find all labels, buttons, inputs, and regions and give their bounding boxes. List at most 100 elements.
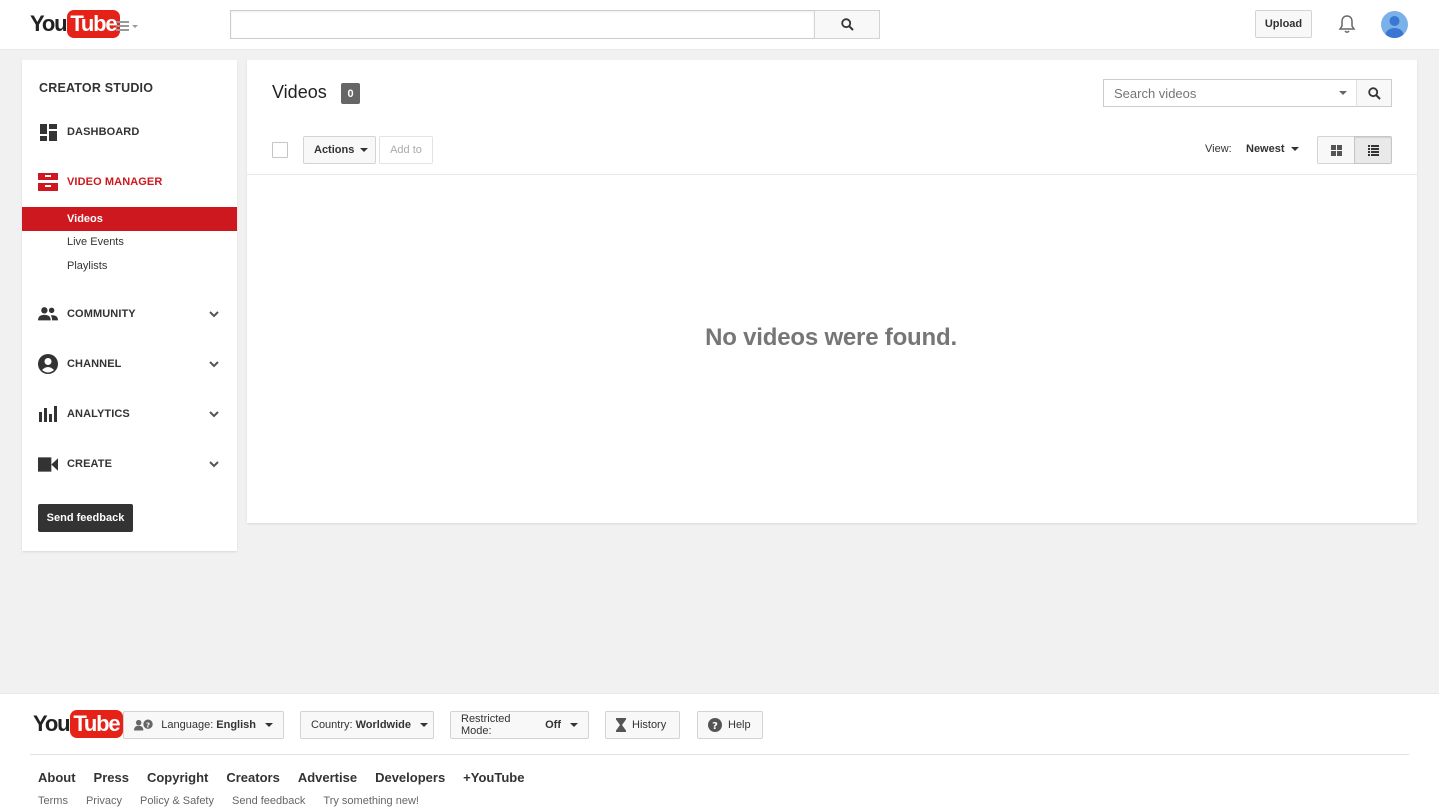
actions-label: Actions xyxy=(314,144,355,156)
sidebar-item-dashboard[interactable]: DASHBOARD xyxy=(22,118,237,146)
search-videos-input[interactable] xyxy=(1103,79,1357,107)
language-value: English xyxy=(216,719,256,731)
restricted-mode-label: Restricted Mode: xyxy=(461,713,511,737)
sidebar-item-label: ANALYTICS xyxy=(67,408,130,420)
search-icon xyxy=(1367,86,1381,100)
caret-down-icon xyxy=(1290,147,1299,151)
actions-dropdown[interactable]: Actions xyxy=(303,136,376,164)
send-feedback-button[interactable]: Send feedback xyxy=(38,504,133,532)
sort-value: Newest xyxy=(1246,143,1285,155)
help-icon: ? xyxy=(708,718,722,732)
language-label: Language: xyxy=(161,719,214,731)
restricted-mode-button[interactable]: Restricted Mode: Off xyxy=(450,711,589,739)
avatar[interactable] xyxy=(1381,11,1408,38)
chevron-down-icon xyxy=(209,411,219,418)
upload-button[interactable]: Upload xyxy=(1255,10,1312,38)
history-label: History xyxy=(632,719,667,731)
list-view-icon xyxy=(1367,144,1379,156)
channel-icon xyxy=(38,354,58,374)
footer-link-creators[interactable]: Creators xyxy=(226,770,279,785)
restricted-mode-value: Off xyxy=(545,719,561,731)
view-label: View: xyxy=(1205,143,1232,155)
footer-link-send-feedback[interactable]: Send feedback xyxy=(232,795,305,807)
search-button[interactable] xyxy=(814,10,880,39)
search-icon xyxy=(840,18,854,31)
video-manager-icon xyxy=(38,172,58,192)
grid-view-button[interactable] xyxy=(1317,136,1355,164)
footer-link-try-something-new[interactable]: Try something new! xyxy=(323,795,419,807)
create-icon xyxy=(38,454,58,474)
sidebar-subitem-playlists[interactable]: Playlists xyxy=(22,254,237,278)
sidebar-item-label: CREATE xyxy=(67,458,113,470)
footer-primary-links: About Press Copyright Creators Advertise… xyxy=(38,770,542,785)
footer-link-terms[interactable]: Terms xyxy=(38,795,68,807)
chevron-down-icon xyxy=(209,311,219,318)
svg-text:?: ? xyxy=(146,720,150,729)
dashboard-icon xyxy=(38,122,58,142)
creator-studio-sidebar: CREATOR STUDIO DASHBOARD VIDEO MANAGER V… xyxy=(22,60,237,551)
svg-text:?: ? xyxy=(712,721,718,732)
list-view-button[interactable] xyxy=(1354,136,1392,164)
help-label: Help xyxy=(728,719,751,731)
guide-menu-button[interactable] xyxy=(116,18,142,34)
video-count-badge: 0 xyxy=(341,83,360,104)
user-avatar-icon xyxy=(1385,16,1404,38)
country-label: Country: xyxy=(311,719,353,731)
notifications-bell-icon[interactable] xyxy=(1336,13,1358,35)
logo-you-text: You xyxy=(30,11,68,36)
language-icon: ? xyxy=(134,719,153,731)
video-manager-panel: Videos 0 Actions Add to View: Newest No … xyxy=(247,60,1417,523)
analytics-icon xyxy=(38,404,58,424)
hourglass-icon xyxy=(616,718,626,732)
footer-link-developers[interactable]: Developers xyxy=(375,770,445,785)
hamburger-icon xyxy=(116,21,129,31)
sidebar-subitem-videos[interactable]: Videos xyxy=(22,207,237,231)
caret-down-icon[interactable] xyxy=(1339,91,1347,95)
sidebar-item-label: VIDEO MANAGER xyxy=(67,176,163,188)
sidebar-item-channel[interactable]: CHANNEL xyxy=(22,350,237,378)
footer-link-plus-youtube[interactable]: +YouTube xyxy=(463,770,524,785)
caret-down-icon xyxy=(420,723,428,727)
sidebar-item-analytics[interactable]: ANALYTICS xyxy=(22,400,237,428)
sidebar-item-video-manager[interactable]: VIDEO MANAGER xyxy=(22,168,237,196)
chevron-down-icon xyxy=(209,361,219,368)
footer-secondary-links: Terms Privacy Policy & Safety Send feedb… xyxy=(38,795,437,807)
help-button[interactable]: ? Help xyxy=(697,711,763,739)
footer-link-privacy[interactable]: Privacy xyxy=(86,795,122,807)
community-icon xyxy=(38,304,58,324)
search-videos-button[interactable] xyxy=(1356,79,1392,107)
masthead: You Tube Upload xyxy=(0,0,1439,50)
youtube-logo[interactable]: You Tube xyxy=(30,10,121,38)
logo-tube-text: Tube xyxy=(67,10,121,38)
sort-dropdown[interactable]: Newest xyxy=(1246,143,1299,155)
history-button[interactable]: History xyxy=(605,711,680,739)
search-input[interactable] xyxy=(230,10,815,39)
empty-state-message: No videos were found. xyxy=(705,324,957,351)
add-to-button: Add to xyxy=(379,136,433,164)
footer-link-press[interactable]: Press xyxy=(94,770,129,785)
sidebar-item-label: COMMUNITY xyxy=(67,308,136,320)
sidebar-subitem-live-events[interactable]: Live Events xyxy=(22,230,237,254)
language-picker-button[interactable]: ? Language: English xyxy=(123,711,284,739)
footer-link-advertise[interactable]: Advertise xyxy=(298,770,357,785)
footer-link-policy-safety[interactable]: Policy & Safety xyxy=(140,795,214,807)
divider xyxy=(247,174,1417,175)
logo-tube-text: Tube xyxy=(70,710,124,738)
grid-view-icon xyxy=(1330,144,1342,156)
sidebar-title: CREATOR STUDIO xyxy=(39,81,154,95)
caret-down-icon xyxy=(132,24,138,28)
footer-divider xyxy=(30,754,1409,755)
footer: You Tube ? Language: English Country: World… xyxy=(0,693,1439,811)
logo-you-text: You xyxy=(33,711,71,736)
sidebar-item-community[interactable]: COMMUNITY xyxy=(22,300,237,328)
country-picker-button[interactable]: Country: Worldwide xyxy=(300,711,434,739)
caret-down-icon xyxy=(570,723,578,727)
footer-youtube-logo[interactable]: You Tube xyxy=(33,710,124,738)
chevron-down-icon xyxy=(209,461,219,468)
footer-link-copyright[interactable]: Copyright xyxy=(147,770,208,785)
select-all-checkbox[interactable] xyxy=(272,142,288,158)
sidebar-item-label: DASHBOARD xyxy=(67,126,140,138)
caret-down-icon xyxy=(265,723,273,727)
sidebar-item-create[interactable]: CREATE xyxy=(22,450,237,478)
footer-link-about[interactable]: About xyxy=(38,770,76,785)
